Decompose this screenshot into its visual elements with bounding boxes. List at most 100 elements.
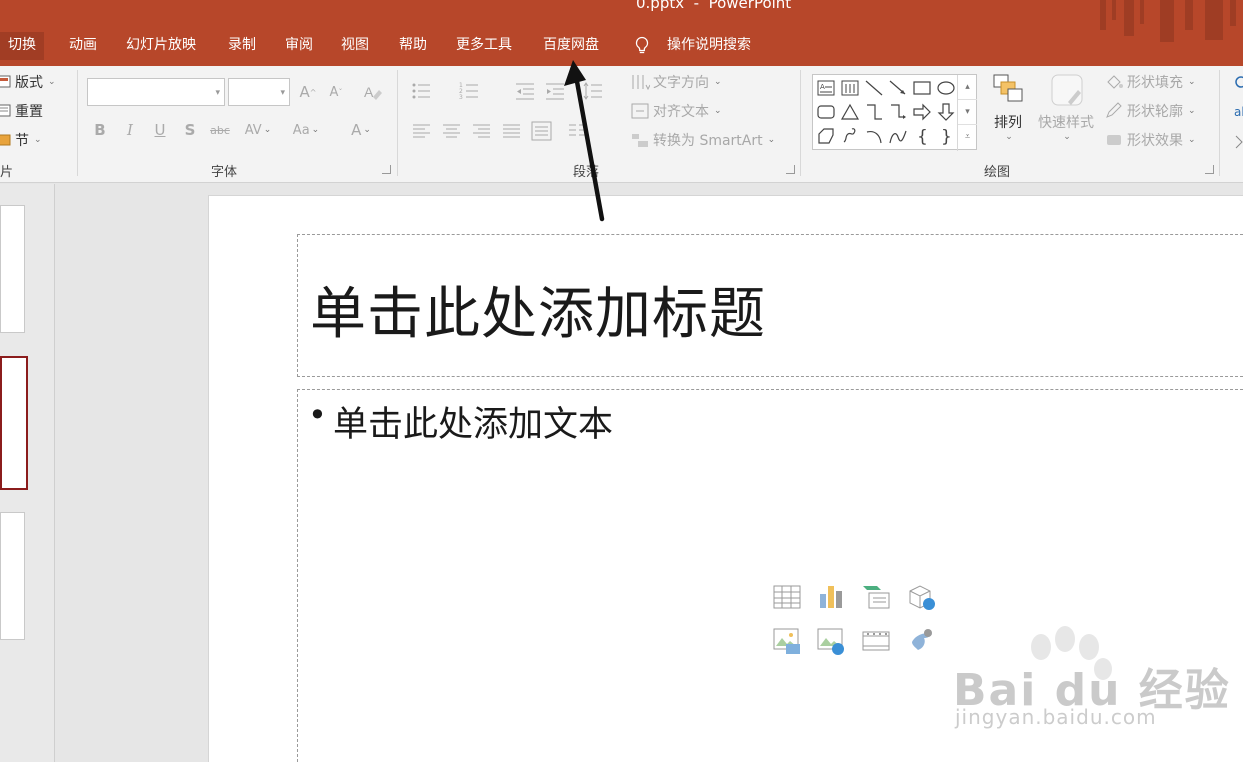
tab-slideshow[interactable]: 幻灯片放映 [126,32,196,60]
distributed-button[interactable] [530,120,554,142]
distributed-icon [531,121,552,141]
textbox-shape-icon[interactable]: A [816,78,836,98]
text-shadow-button[interactable]: S [177,118,203,142]
quick-styles-icon [1051,74,1083,106]
font-group-label: 字体 [211,165,238,180]
underline-button[interactable]: U [147,118,173,142]
shape-outline-button[interactable]: 形状轮廓 ⌄ [1104,101,1196,121]
font-size-dropdown[interactable]: ▾ [228,78,290,106]
right-brace-shape-icon[interactable]: } [936,126,956,146]
right-arrow-shape-icon[interactable] [912,102,932,122]
oval-shape-icon[interactable] [936,78,956,98]
smartart-label: 转换为 SmartArt [653,133,763,149]
text-direction-label: 文字方向 [653,75,709,91]
decrease-font-size-button[interactable]: Aˇ [323,80,349,104]
tab-view[interactable]: 视图 [341,32,369,60]
align-center-button[interactable] [440,120,464,142]
title-placeholder[interactable]: 单击此处添加标题 [297,234,1243,377]
slides-group-label: 片 [0,165,14,180]
increase-font-size-button[interactable]: A ^ [295,80,321,104]
editing-group-icons[interactable]: ab [1230,72,1243,152]
gallery-scroll-up-icon[interactable]: ▴ [958,75,977,100]
paragraph-dialog-launcher[interactable] [786,165,795,174]
lightbulb-icon[interactable] [634,36,650,56]
font-name-dropdown[interactable]: ▾ [87,78,225,106]
rounded-rectangle-shape-icon[interactable] [816,102,836,122]
annotation-arrow [564,60,605,222]
character-spacing-button[interactable]: AV ⌄ [240,118,276,142]
insert-smartart-icon[interactable] [861,582,891,612]
section-icon [0,134,11,146]
group-divider [800,70,801,176]
font-color-button[interactable]: A ⌄ [340,118,382,142]
justify-button[interactable] [500,120,524,142]
decrease-indent-icon [516,83,534,100]
numbering-icon: 123 [459,82,478,101]
slide-thumbnail[interactable] [0,512,25,640]
shape-effects-button[interactable]: 形状效果 ⌄ [1104,130,1196,150]
down-arrow-shape-icon[interactable] [936,102,956,122]
arc-shape-icon[interactable] [864,126,884,146]
tell-me-search[interactable]: 操作说明搜索 [667,32,751,58]
insert-icons-icon[interactable] [906,626,936,656]
ribbon-tabs: 切换 动画 幻灯片放映 录制 审阅 视图 帮助 更多工具 百度网盘 操作说明搜索 [0,32,1243,60]
strikethrough-button[interactable]: abc [207,118,233,142]
triangle-shape-icon[interactable] [840,102,860,122]
reset-button[interactable]: 重置 [0,101,43,121]
insert-table-icon[interactable] [772,582,802,612]
drawing-dialog-launcher[interactable] [1205,165,1214,174]
bold-button[interactable]: B [87,118,113,142]
align-left-icon [413,124,430,138]
insert-video-icon[interactable] [861,626,891,656]
slide-thumbnail[interactable] [0,205,25,333]
align-text-button[interactable]: 对齐文本 ⌄ [630,101,722,121]
elbow-connector-shape-icon[interactable] [864,102,884,122]
slide-thumbnail-selected[interactable] [0,356,28,490]
insert-chart-icon[interactable] [816,582,846,612]
watermark-url: jingyan.baidu.com [955,705,1157,729]
align-text-label: 对齐文本 [653,104,709,120]
insert-3d-model-icon[interactable] [906,582,936,612]
scribble-shape-icon[interactable] [840,126,860,146]
rectangle-shape-icon[interactable] [912,78,932,98]
italic-button[interactable]: I [117,118,143,142]
tab-help[interactable]: 帮助 [399,32,427,60]
change-case-button[interactable]: Aa ⌄ [286,118,326,142]
tab-animations[interactable]: 动画 [69,32,97,60]
freeform-shape-icon[interactable] [816,126,836,146]
curve-shape-icon[interactable] [888,126,908,146]
tab-transitions[interactable]: 切换 [0,32,44,60]
tab-review[interactable]: 审阅 [285,32,313,60]
line-shape-icon[interactable] [864,78,884,98]
shape-fill-button[interactable]: 形状填充 ⌄ [1104,72,1196,92]
insert-picture-icon[interactable] [772,626,802,656]
elbow-arrow-connector-shape-icon[interactable] [888,102,908,122]
arrange-button[interactable]: 排列 ⌄ [985,72,1031,142]
decrease-indent-button[interactable] [514,80,538,102]
section-button[interactable]: 节 ⌄ [0,130,42,150]
arrange-icon [993,74,1023,102]
convert-smartart-button[interactable]: 转换为 SmartArt ⌄ [630,130,775,150]
align-right-button[interactable] [470,120,494,142]
eraser-icon: A [364,84,382,100]
quick-styles-button[interactable]: 快速样式 ⌄ [1033,72,1099,142]
vertical-textbox-shape-icon[interactable] [840,78,860,98]
numbering-button[interactable]: 123 [458,80,482,102]
shapes-gallery-scroll[interactable]: ▴ ▾ ⩡ [957,75,977,151]
tab-more-tools[interactable]: 更多工具 [456,32,512,60]
font-dialog-launcher[interactable] [382,165,391,174]
align-text-icon [631,103,649,119]
gallery-expand-icon[interactable]: ⩡ [958,125,977,150]
text-direction-button[interactable]: 文字方向 ⌄ [630,72,722,92]
align-left-button[interactable] [410,120,434,142]
gallery-scroll-down-icon[interactable]: ▾ [958,100,977,125]
shapes-gallery[interactable]: A { } ▴ ▾ ⩡ [812,74,977,151]
bullets-button[interactable] [410,80,434,102]
arrow-line-shape-icon[interactable] [888,78,908,98]
tab-record[interactable]: 录制 [228,32,256,60]
left-brace-shape-icon[interactable]: { [912,126,932,146]
layout-button[interactable]: 版式 ⌄ [0,72,56,92]
content-placeholder-text: 单击此处添加文本 [333,405,614,445]
clear-formatting-button[interactable]: A [360,80,386,104]
insert-online-picture-icon[interactable] [816,626,846,656]
